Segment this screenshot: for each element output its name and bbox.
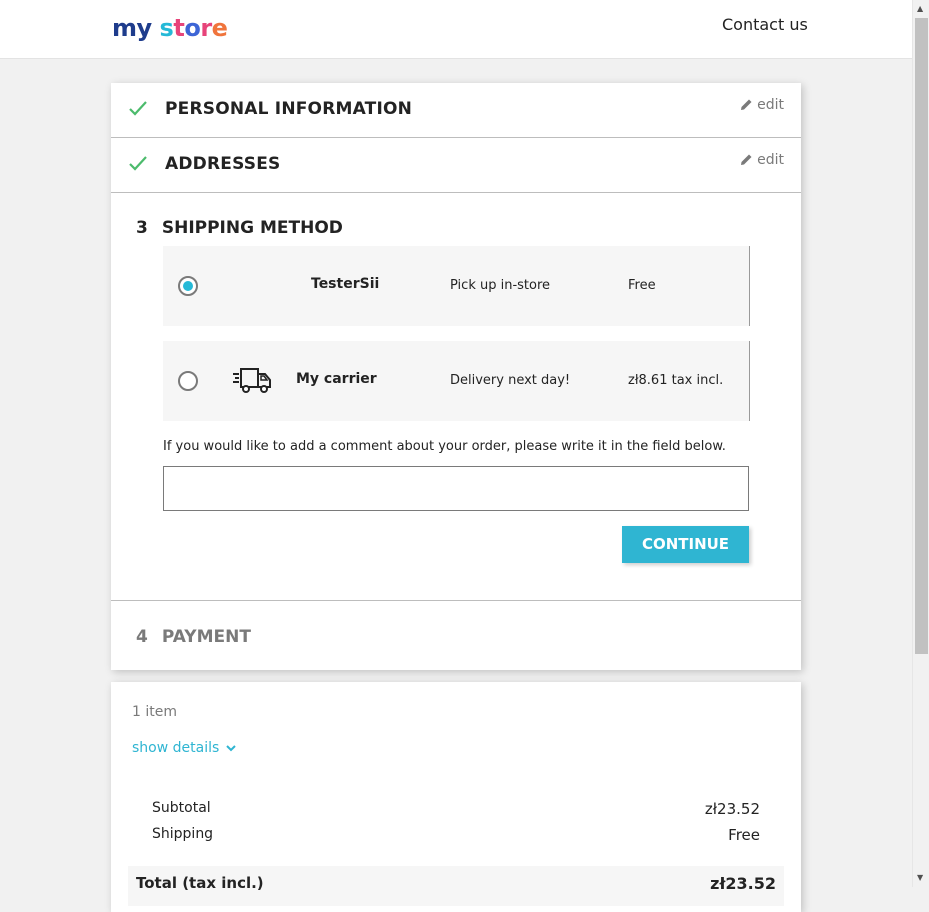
edit-addresses-button[interactable]: edit [740,152,784,168]
step-title-text: SHIPPING METHOD [161,218,343,238]
step-number: 4 [136,627,148,647]
carrier-delay: Pick up in-store [450,278,551,293]
step-title-text: PAYMENT [161,627,251,647]
subtotal-label: Subtotal [152,800,211,816]
step-number: 3 [136,218,148,238]
store-logo[interactable]: my store [112,10,228,46]
carrier-price: Free [628,278,656,293]
site-header: my store Contact us [0,0,912,59]
carrier-delay: Delivery next day! [450,373,571,388]
show-details-label: show details [132,740,220,756]
show-details-toggle[interactable]: show details [132,740,237,756]
logo-letter: y [136,14,153,42]
shipping-value: Free [728,826,760,844]
logo-letter: e [211,14,228,42]
page-scrollbar[interactable]: ▲ ▼ [912,0,929,887]
step-title: ADDRESSES [165,154,281,174]
carrier-radio[interactable] [178,276,198,296]
check-icon [129,156,147,171]
subtotal-value: zł23.52 [704,800,760,818]
contact-us-link[interactable]: Contact us [722,15,808,34]
carrier-name: My carrier [296,371,377,387]
carrier-name: TesterSii [311,276,380,292]
carrier-price: zł8.61 tax incl. [628,373,724,388]
chevron-down-icon [226,745,236,752]
truck-icon [233,368,271,393]
step-personal-information[interactable]: PERSONAL INFORMATION edit [111,83,801,138]
edit-personal-button[interactable]: edit [740,97,784,113]
step-title: 3 SHIPPING METHOD [136,218,343,238]
edit-label: edit [757,152,784,168]
total-line: Total (tax incl.) zł23.52 [128,866,784,906]
logo-letter: o [184,14,201,42]
pencil-icon [741,99,752,110]
carrier-radio[interactable] [178,371,198,391]
check-icon [129,101,147,116]
total-label: Total (tax incl.) [136,874,264,892]
comment-label: If you would like to add a comment about… [163,439,726,454]
continue-button[interactable]: CONTINUE [622,526,749,563]
step-addresses[interactable]: ADDRESSES edit [111,138,801,193]
shipping-label: Shipping [152,826,214,842]
carrier-option[interactable]: TesterSii Pick up in-store Free [163,246,750,326]
logo-letter: m [112,14,137,42]
scroll-thumb[interactable] [915,18,928,654]
step-title: 4 PAYMENT [136,627,251,647]
order-comment-textarea[interactable] [163,466,749,511]
step-payment: 4 PAYMENT [111,601,801,670]
scroll-up-arrow-icon[interactable]: ▲ [917,4,923,13]
total-value: zł23.52 [710,874,776,893]
pencil-icon [741,154,752,165]
logo-letter: s [159,14,174,42]
scroll-down-arrow-icon[interactable]: ▼ [917,873,923,882]
logo-letter: r [200,14,212,42]
items-count: 1 item [132,704,177,720]
logo-letter: t [173,14,185,42]
logo-letter [152,10,160,46]
cart-summary: 1 item show details Subtotal zł23.52 Shi… [111,682,801,912]
carrier-option[interactable]: My carrier Delivery next day! zł8.61 tax… [163,341,750,421]
edit-label: edit [757,97,784,113]
step-title: PERSONAL INFORMATION [165,99,413,119]
